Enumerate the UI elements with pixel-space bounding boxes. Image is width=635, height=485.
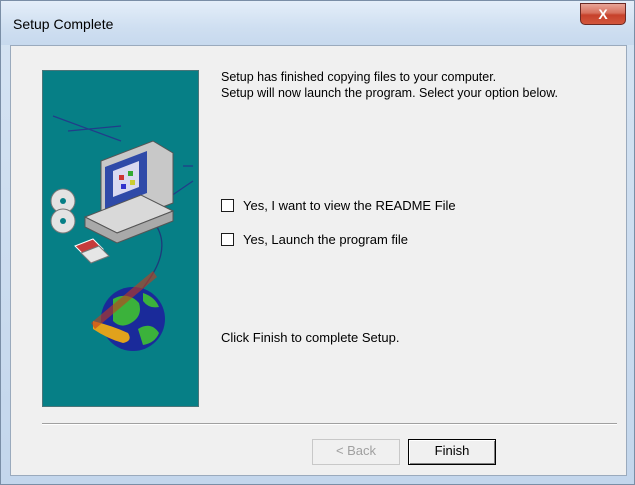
message-line-1: Setup has finished copying files to your… (221, 70, 497, 84)
floppy-icon (74, 238, 110, 264)
readme-option-label[interactable]: Yes, I want to view the README File (243, 198, 456, 213)
readme-checkbox[interactable] (221, 199, 234, 212)
close-icon: X (598, 6, 608, 22)
launch-option-label[interactable]: Yes, Launch the program file (243, 232, 408, 247)
readme-option[interactable]: Yes, I want to view the README File (221, 198, 456, 213)
setup-illustration (42, 70, 199, 407)
finish-button[interactable]: Finish (408, 439, 496, 465)
dialog-body: Setup has finished copying files to your… (10, 45, 627, 476)
back-button[interactable]: < Back (312, 439, 400, 465)
close-button[interactable]: X (580, 3, 626, 25)
setup-message: Setup has finished copying files to your… (221, 69, 558, 101)
launch-checkbox[interactable] (221, 233, 234, 246)
button-separator (42, 423, 617, 425)
globe-icon (91, 271, 165, 351)
launch-option[interactable]: Yes, Launch the program file (221, 232, 408, 247)
message-line-2: Setup will now launch the program. Selec… (221, 86, 558, 100)
wire-line (170, 165, 194, 197)
setup-window: Setup Complete X Setup has finished copy… (0, 0, 635, 485)
title-bar[interactable]: Setup Complete X (1, 1, 634, 45)
finish-message: Click Finish to complete Setup. (221, 330, 400, 345)
cd-icon (50, 188, 76, 234)
computer-illustration (50, 115, 194, 351)
window-title: Setup Complete (13, 16, 114, 32)
wire-line (52, 115, 122, 142)
